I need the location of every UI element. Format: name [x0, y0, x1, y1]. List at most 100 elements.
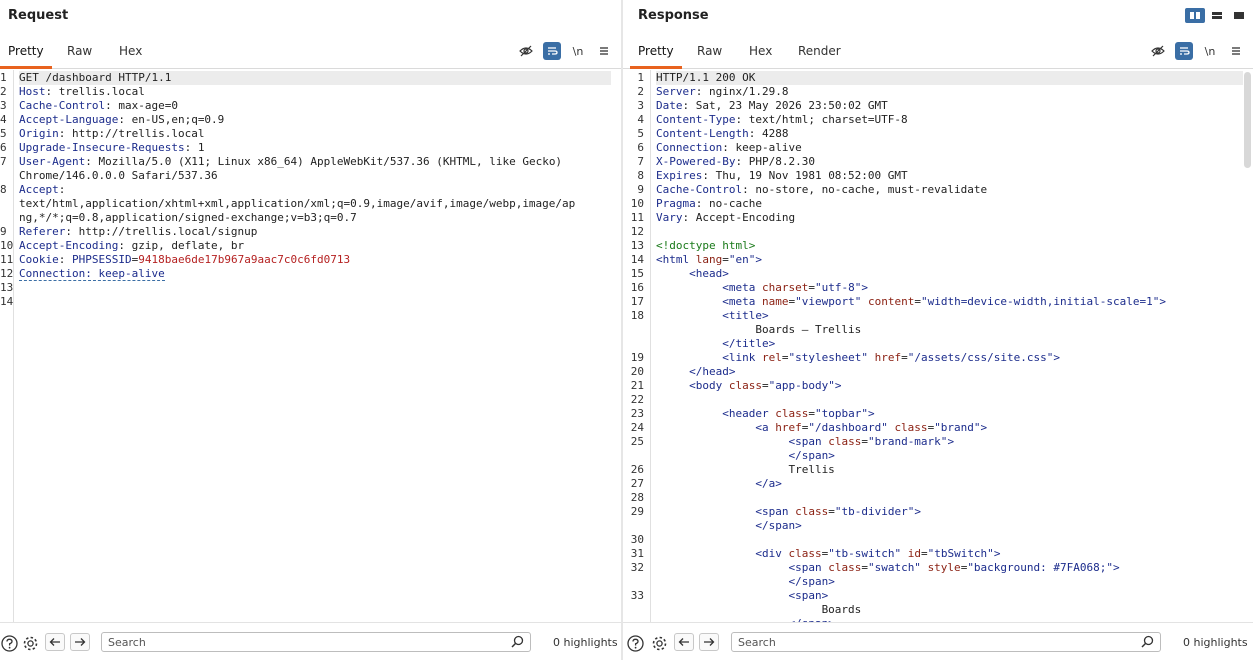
code-line: <span class="brand-mark"> — [656, 435, 1243, 449]
code-line: Date: Sat, 23 May 2026 23:50:02 GMT — [656, 99, 1243, 113]
help-icon[interactable] — [0, 634, 18, 652]
code-token: : max-age=0 — [105, 99, 178, 112]
prev-match-button[interactable] — [45, 633, 65, 651]
settings-gear-icon[interactable] — [650, 634, 668, 652]
code-line: <meta charset="utf-8"> — [656, 281, 1243, 295]
code-token: Trellis — [656, 463, 835, 476]
code-token: "app-body" — [768, 379, 835, 392]
code-token: Cookie — [19, 253, 59, 266]
request-search-input[interactable] — [102, 633, 488, 651]
hide-nonprintable-icon[interactable] — [1149, 42, 1167, 60]
code-line: User-Agent: Mozilla/5.0 (X11; Linux x86_… — [19, 155, 611, 169]
code-token: "width=device-width,initial-scale=1" — [920, 295, 1160, 308]
code-token: <!doctype html> — [656, 239, 756, 252]
code-token: Content-Length — [656, 127, 749, 140]
code-line: Pragma: no-cache — [656, 197, 1243, 211]
request-title: Request — [8, 8, 69, 23]
code-token: <head> — [689, 267, 729, 280]
code-line: Connection: keep-alive — [656, 141, 1243, 155]
response-tab-pretty[interactable]: Pretty — [630, 38, 682, 69]
line-number: 18 — [630, 309, 644, 322]
settings-gear-icon[interactable] — [21, 634, 39, 652]
response-search-input[interactable] — [732, 633, 1118, 651]
code-token: <title> — [722, 309, 769, 322]
menu-icon[interactable] — [595, 42, 613, 60]
help-icon[interactable] — [626, 634, 644, 652]
line-number: 4 — [637, 113, 644, 126]
code-token: Boards — Trellis — [656, 323, 862, 336]
code-token: > — [1159, 295, 1166, 308]
response-tab-raw[interactable]: Raw — [689, 38, 730, 69]
code-token: "background: #7FA068;" — [967, 561, 1114, 574]
line-number: 11 — [0, 253, 14, 266]
line-number: 15 — [630, 267, 644, 280]
code-token: : http://trellis.local — [58, 127, 205, 140]
newline-toggle[interactable]: \n — [1201, 42, 1219, 60]
code-token: Content-Type — [656, 113, 736, 126]
response-tab-render[interactable]: Render — [790, 38, 849, 69]
code-token: "tbSwitch" — [927, 547, 994, 560]
request-tabs: Pretty Raw Hex \n — [0, 38, 621, 69]
menu-icon[interactable] — [1227, 42, 1245, 60]
search-icon[interactable] — [1141, 635, 1154, 651]
request-tab-hex[interactable]: Hex — [111, 38, 150, 69]
code-token: : gzip, deflate, br — [118, 239, 245, 252]
hide-nonprintable-icon[interactable] — [517, 42, 535, 60]
response-tab-hex[interactable]: Hex — [741, 38, 780, 69]
code-token: > — [980, 421, 988, 434]
word-wrap-icon[interactable] — [543, 42, 561, 60]
request-tab-raw[interactable]: Raw — [59, 38, 100, 69]
response-scrollbar[interactable] — [1244, 72, 1251, 168]
prev-match-button[interactable] — [674, 633, 694, 651]
next-match-button[interactable] — [699, 633, 719, 651]
request-editor[interactable]: 1 2 3 4 5 6 7 8 9 10 11 12 13 14 GET /dashboard HTTP/… — [0, 70, 621, 622]
code-token: class — [828, 435, 862, 448]
line-number: 29 — [630, 505, 644, 518]
code-token: name — [761, 295, 789, 308]
code-line: <title> — [656, 309, 1243, 323]
split-columns-icon[interactable] — [1185, 8, 1205, 23]
code-token: <link — [722, 351, 762, 364]
code-token: : no-store, no-cache, must-revalidate — [742, 183, 988, 196]
code-token: <meta — [722, 295, 762, 308]
code-line: <span class="tb-divider"> — [656, 505, 1243, 519]
newline-toggle[interactable]: \n — [569, 42, 587, 60]
response-editor[interactable]: 1 2 3 4 5 6 7 8 9 10 11 12 13 14 15 16 17 18 19 20 21 22 23 24 2… — [623, 70, 1253, 622]
single-pane-icon[interactable] — [1229, 8, 1249, 23]
code-token: = — [914, 295, 921, 308]
line-number: 28 — [630, 491, 644, 504]
code-token: HTTP/1.1 200 OK — [656, 71, 756, 84]
request-pane: Request Pretty Raw Hex \n 1 2 3 4 5 6 7 8 9 10 11 1… — [0, 0, 621, 660]
code-line: <!doctype html> — [656, 239, 1243, 253]
split-rows-icon[interactable] — [1207, 8, 1227, 23]
code-token: : Thu, 19 Nov 1981 08:52:00 GMT — [702, 169, 908, 182]
code-token: Cache-Control — [19, 99, 106, 112]
line-number: 20 — [630, 365, 644, 378]
code-token: Connection — [656, 141, 723, 154]
code-line: Content-Length: 4288 — [656, 127, 1243, 141]
code-token: lang — [695, 253, 723, 266]
response-search-box — [731, 632, 1161, 652]
code-token: <div — [755, 547, 789, 560]
code-token: <html — [656, 253, 696, 266]
search-icon[interactable] — [511, 635, 524, 651]
code-token: <span> — [788, 589, 829, 602]
code-token: : en-US,en;q=0.9 — [118, 113, 225, 126]
code-line: </a> — [656, 477, 1243, 491]
code-token: <header — [722, 407, 776, 420]
word-wrap-icon[interactable] — [1175, 42, 1193, 60]
line-number: 16 — [630, 281, 644, 294]
next-match-button[interactable] — [70, 633, 90, 651]
code-line: Accept-Language: en-US,en;q=0.9 — [19, 113, 611, 127]
code-token: <a — [755, 421, 776, 434]
code-token: "brand-mark" — [867, 435, 948, 448]
request-tab-pretty[interactable]: Pretty — [0, 38, 52, 69]
code-line: Accept-Encoding: gzip, deflate, br — [19, 239, 611, 253]
